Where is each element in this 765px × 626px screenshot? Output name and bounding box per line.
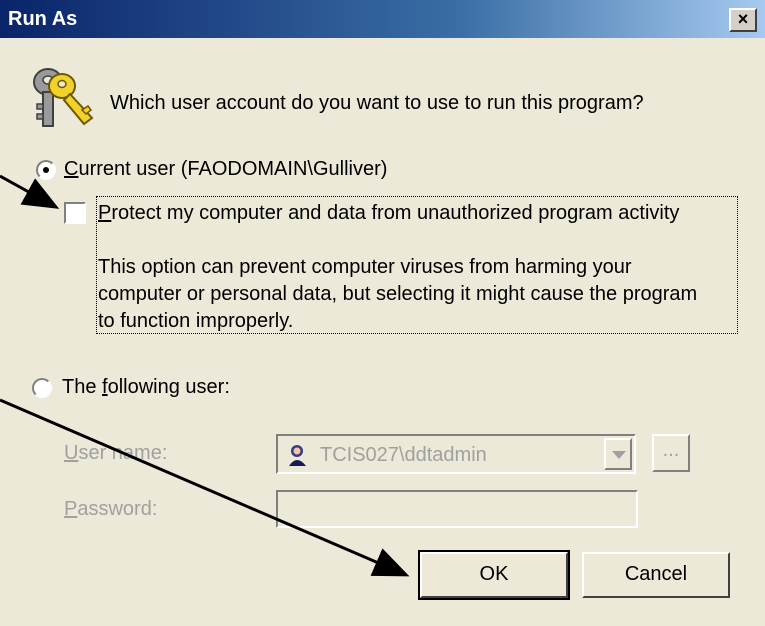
annotation-arrows: [0, 174, 410, 577]
arrow-to-ok-button: [0, 398, 410, 577]
run-as-dialog: Run As × Which user account do you want …: [0, 0, 765, 626]
arrow-to-checkbox: [0, 174, 60, 209]
